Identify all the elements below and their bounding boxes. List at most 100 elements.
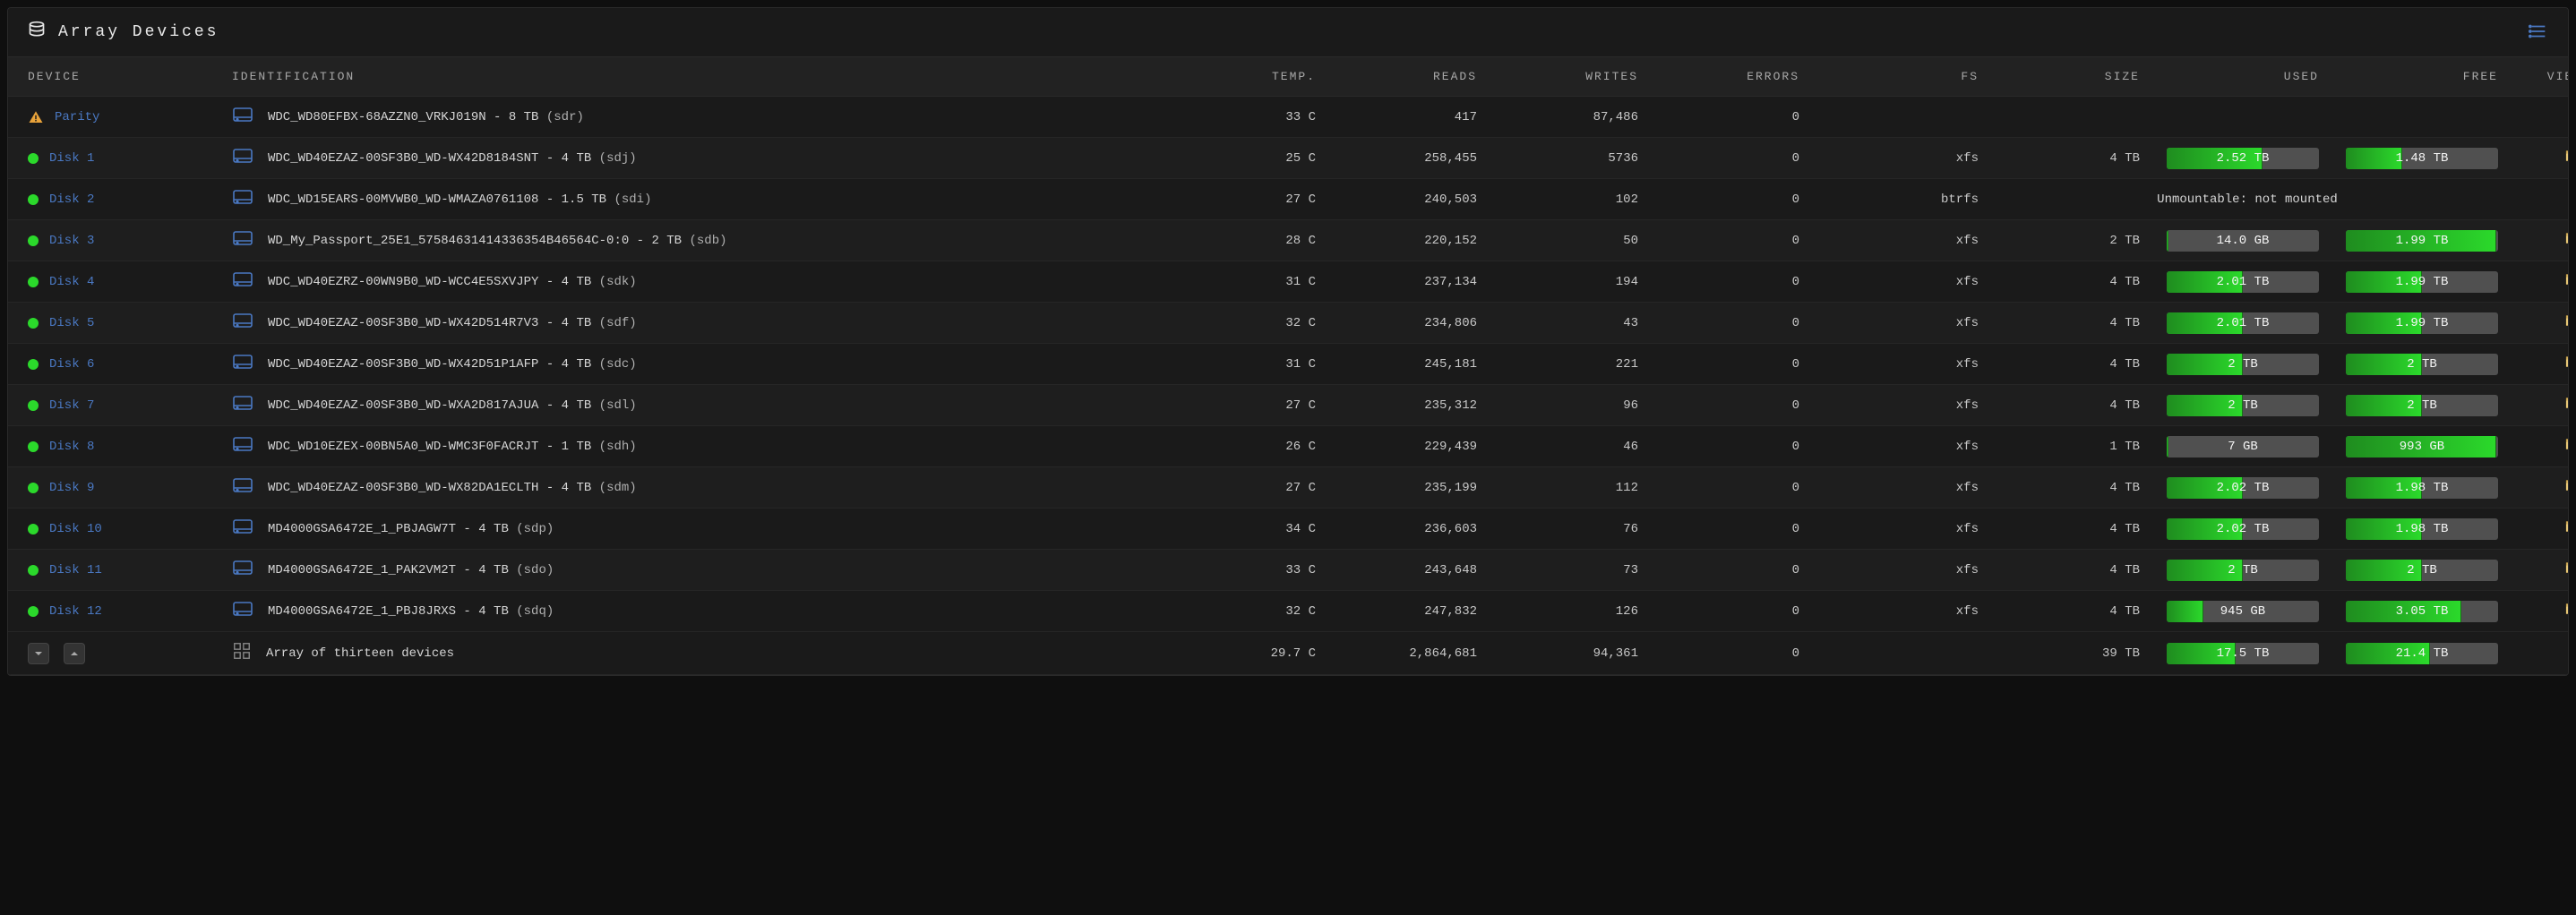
device-link[interactable]: Disk 4 <box>49 275 94 289</box>
folder-icon <box>2564 606 2569 620</box>
usage-bar-label: 2.02 TB <box>2167 477 2319 499</box>
col-writes[interactable]: WRITES <box>1486 57 1647 97</box>
browse-button[interactable] <box>2564 565 2569 579</box>
table-row: Disk 11 MD4000GSA6472E_1_PAK2VM2T - 4 TB… <box>8 550 2569 591</box>
disk-icon[interactable] <box>232 435 253 458</box>
status-ok-icon <box>28 441 39 452</box>
col-reads[interactable]: READS <box>1325 57 1486 97</box>
col-identification[interactable]: IDENTIFICATION <box>223 57 1163 97</box>
col-size[interactable]: SIZE <box>1988 57 2149 97</box>
device-link[interactable]: Disk 3 <box>49 234 94 248</box>
disk-icon[interactable] <box>232 188 253 210</box>
array-icon <box>232 641 252 665</box>
browse-button[interactable] <box>2564 606 2569 620</box>
table-row: Disk 3 WD_My_Passport_25E1_5758463141433… <box>8 220 2569 261</box>
usage-bar-label: 21.4 TB <box>2346 643 2498 664</box>
browse-button[interactable] <box>2564 153 2569 167</box>
identification-text[interactable]: WDC_WD40EZAZ-00SF3B0_WD-WX42D514R7V3 - 4… <box>268 316 637 330</box>
identification-text[interactable]: MD4000GSA6472E_1_PAK2VM2T - 4 TB (sdo) <box>268 563 554 577</box>
identification-text[interactable]: WDC_WD15EARS-00MVWB0_WD-WMAZA0761108 - 1… <box>268 192 651 207</box>
identification-text[interactable]: WDC_WD10EZEX-00BN5A0_WD-WMC3F0FACRJT - 1… <box>268 440 637 454</box>
browse-button[interactable] <box>2564 524 2569 538</box>
disk-icon[interactable] <box>232 517 253 540</box>
temp-cell: 33 C <box>1163 550 1325 591</box>
device-link[interactable]: Disk 1 <box>49 151 94 166</box>
identification-text[interactable]: WD_My_Passport_25E1_57584631414336354B46… <box>268 234 727 248</box>
device-link[interactable]: Disk 11 <box>49 563 102 577</box>
device-link[interactable]: Disk 6 <box>49 357 94 372</box>
identification-text[interactable]: WDC_WD40EZAZ-00SF3B0_WD-WXA2D817AJUA - 4… <box>268 398 637 413</box>
browse-button[interactable] <box>2564 235 2569 250</box>
folder-icon <box>2564 153 2569 167</box>
table-row: Disk 4 WDC_WD40EZRZ-00WN9B0_WD-WCC4E5SXV… <box>8 261 2569 303</box>
identification-text[interactable]: WDC_WD40EZAZ-00SF3B0_WD-WX82DA1ECLTH - 4… <box>268 481 637 495</box>
fs-cell: xfs <box>1808 550 1988 591</box>
expand-button[interactable] <box>64 643 85 664</box>
list-view-button[interactable] <box>2529 21 2548 44</box>
identification-text[interactable]: WDC_WD40EZRZ-00WN9B0_WD-WCC4E5SXVJPY - 4… <box>268 275 637 289</box>
browse-button[interactable] <box>2564 318 2569 332</box>
col-used[interactable]: USED <box>2149 57 2328 97</box>
device-link[interactable]: Parity <box>55 110 99 124</box>
summary-writes: 94,361 <box>1486 632 1647 675</box>
col-temp[interactable]: TEMP. <box>1163 57 1325 97</box>
disk-icon[interactable] <box>232 147 253 169</box>
disk-icon[interactable] <box>232 312 253 334</box>
table-header: DEVICE IDENTIFICATION TEMP. READS WRITES… <box>8 57 2569 97</box>
usage-bar-label: 2.52 TB <box>2167 148 2319 169</box>
summary-label: Array of thirteen devices <box>266 646 454 661</box>
disk-icon[interactable] <box>232 559 253 581</box>
array-table: DEVICE IDENTIFICATION TEMP. READS WRITES… <box>8 57 2569 675</box>
device-link[interactable]: Disk 12 <box>49 604 102 619</box>
folder-icon <box>2564 524 2569 538</box>
disk-icon[interactable] <box>232 270 253 293</box>
identification-text[interactable]: WDC_WD80EFBX-68AZZN0_VRKJ019N - 8 TB (sd… <box>268 110 584 124</box>
temp-cell: 31 C <box>1163 261 1325 303</box>
disk-icon[interactable] <box>232 106 253 128</box>
device-link[interactable]: Disk 9 <box>49 481 94 495</box>
col-device[interactable]: DEVICE <box>8 57 223 97</box>
fs-cell: xfs <box>1808 467 1988 509</box>
folder-icon <box>2564 441 2569 456</box>
browse-button[interactable] <box>2564 483 2569 497</box>
fs-cell: xfs <box>1808 509 1988 550</box>
status-ok-icon <box>28 235 39 246</box>
size-cell: 2 TB <box>1988 220 2149 261</box>
fs-cell: btrfs <box>1808 179 1988 220</box>
summary-temp: 29.7 C <box>1163 632 1325 675</box>
browse-button[interactable] <box>2564 400 2569 415</box>
disk-icon[interactable] <box>232 229 253 252</box>
col-view[interactable]: VIEW <box>2507 57 2569 97</box>
device-link[interactable]: Disk 8 <box>49 440 94 454</box>
disk-icon[interactable] <box>232 353 253 375</box>
identification-text[interactable]: MD4000GSA6472E_1_PBJAGW7T - 4 TB (sdp) <box>268 522 554 536</box>
device-link[interactable]: Disk 7 <box>49 398 94 413</box>
browse-button[interactable] <box>2564 277 2569 291</box>
identification-text[interactable]: WDC_WD40EZAZ-00SF3B0_WD-WX42D8184SNT - 4… <box>268 151 637 166</box>
device-link[interactable]: Disk 5 <box>49 316 94 330</box>
usage-bar-label: 1.98 TB <box>2346 518 2498 540</box>
collapse-button[interactable] <box>28 643 49 664</box>
temp-cell: 34 C <box>1163 509 1325 550</box>
disk-icon[interactable] <box>232 600 253 622</box>
folder-icon <box>2564 565 2569 579</box>
col-fs[interactable]: FS <box>1808 57 1988 97</box>
unmountable-text: Unmountable: not mounted <box>2157 192 2338 207</box>
usage-bar: 1.98 TB <box>2346 518 2498 540</box>
disk-icon[interactable] <box>232 394 253 416</box>
fs-cell: xfs <box>1808 261 1988 303</box>
browse-button[interactable] <box>2564 359 2569 373</box>
reads-cell: 243,648 <box>1325 550 1486 591</box>
status-ok-icon <box>28 400 39 411</box>
disk-icon[interactable] <box>232 476 253 499</box>
fs-cell: xfs <box>1808 426 1988 467</box>
usage-bar-label: 7 GB <box>2167 436 2319 458</box>
col-errors[interactable]: ERRORS <box>1647 57 1808 97</box>
browse-button[interactable] <box>2564 441 2569 456</box>
col-free[interactable]: FREE <box>2328 57 2507 97</box>
device-link[interactable]: Disk 10 <box>49 522 102 536</box>
size-cell: 4 TB <box>1988 550 2149 591</box>
identification-text[interactable]: WDC_WD40EZAZ-00SF3B0_WD-WX42D51P1AFP - 4… <box>268 357 637 372</box>
device-link[interactable]: Disk 2 <box>49 192 94 207</box>
identification-text[interactable]: MD4000GSA6472E_1_PBJ8JRXS - 4 TB (sdq) <box>268 604 554 619</box>
